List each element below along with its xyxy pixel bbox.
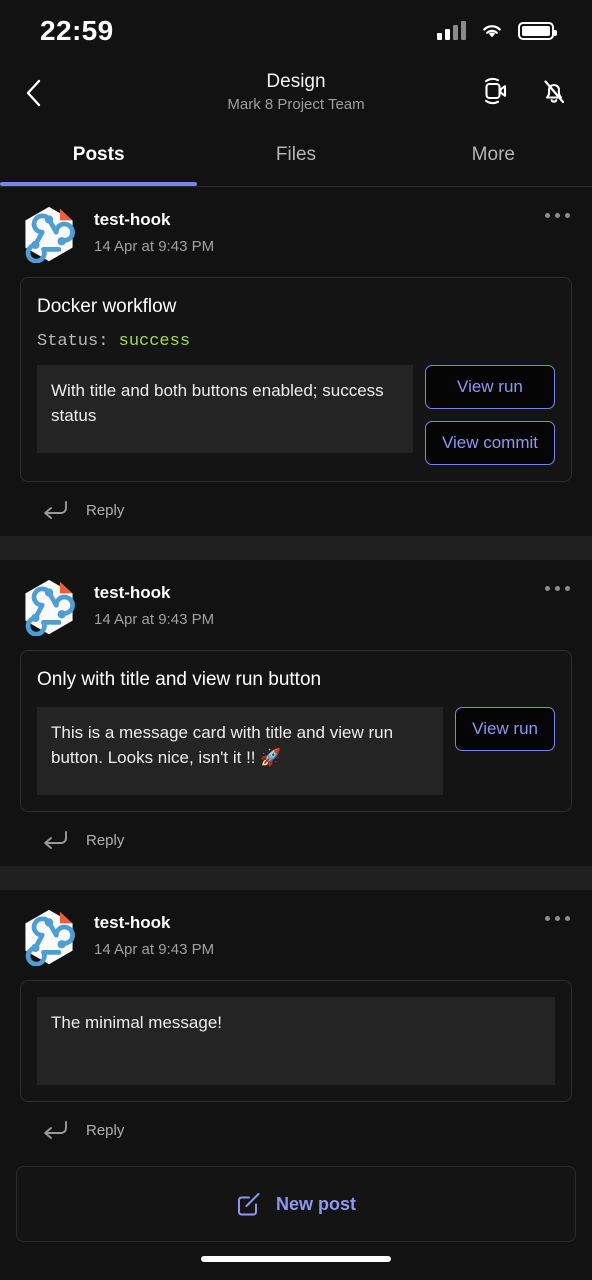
avatar xyxy=(20,578,78,637)
card-actions: View run View commit xyxy=(424,365,555,465)
bell-off-icon xyxy=(544,79,565,103)
post-author: test-hook xyxy=(94,913,171,932)
tab-posts[interactable]: Posts xyxy=(0,124,197,186)
card-actions: View run xyxy=(455,707,555,751)
post-item: test-hook 14 Apr at 9:43 PM Only with ti… xyxy=(0,560,592,866)
card-text: With title and both buttons enabled; suc… xyxy=(37,365,413,453)
message-card: The minimal message! xyxy=(20,980,572,1102)
card-text: This is a message card with title and vi… xyxy=(37,707,444,795)
new-post-label: New post xyxy=(275,1193,356,1214)
post-separator xyxy=(0,536,592,560)
card-status-value: success xyxy=(118,332,191,351)
view-commit-button[interactable]: View commit xyxy=(424,421,555,465)
card-title: Docker workflow xyxy=(37,296,177,317)
webhook-avatar-icon xyxy=(25,579,75,637)
post-item: test-hook 14 Apr at 9:43 PM The minimal … xyxy=(0,890,592,1156)
message-card: Docker workflow Status: success With tit… xyxy=(20,277,572,482)
new-post-button[interactable]: New post xyxy=(16,1166,576,1242)
reply-arrow-icon xyxy=(44,1121,67,1139)
post-timestamp: 14 Apr at 9:43 PM xyxy=(94,611,215,628)
post-timestamp: 14 Apr at 9:43 PM xyxy=(94,238,215,255)
post-author: test-hook xyxy=(94,210,171,229)
post-header: test-hook 14 Apr at 9:43 PM xyxy=(20,578,572,650)
tab-more-label: More xyxy=(471,144,515,165)
header-actions xyxy=(478,75,570,112)
card-body: The minimal message! xyxy=(37,997,555,1085)
post-more-options-button[interactable] xyxy=(545,213,570,218)
compose-icon xyxy=(237,1193,260,1216)
post-timestamp: 14 Apr at 9:43 PM xyxy=(94,941,215,958)
post-item: test-hook 14 Apr at 9:43 PM Docker workf… xyxy=(0,187,592,536)
card-body: This is a message card with title and vi… xyxy=(37,707,555,795)
wifi-icon xyxy=(483,25,501,38)
tab-files[interactable]: Files xyxy=(197,124,394,186)
reply-arrow-icon xyxy=(44,831,67,849)
home-indicator-area xyxy=(0,1238,592,1280)
tab-bar: Posts Files More xyxy=(0,124,592,186)
more-options-icon xyxy=(545,586,550,591)
view-run-button[interactable]: View run xyxy=(424,365,555,409)
active-tab-indicator xyxy=(0,182,197,186)
tab-posts-label: Posts xyxy=(72,144,125,165)
status-bar-clock: 22:59 xyxy=(40,15,114,46)
app-header: Design Mark 8 Project Team xyxy=(0,62,592,124)
tab-files-label: Files xyxy=(275,144,317,165)
card-title: Only with title and view run button xyxy=(37,669,322,690)
more-options-icon xyxy=(545,213,550,218)
reply-label: Reply xyxy=(86,1121,125,1139)
view-run-button[interactable]: View run xyxy=(455,707,555,751)
post-more-options-button[interactable] xyxy=(545,916,570,921)
cellular-signal-icon xyxy=(437,21,466,40)
app-screen: 22:59 Design Mark 8 Project Team Posts F… xyxy=(0,0,592,1280)
post-meta: test-hook 14 Apr at 9:43 PM xyxy=(94,578,214,632)
post-meta: test-hook 14 Apr at 9:43 PM xyxy=(94,908,214,962)
post-meta: test-hook 14 Apr at 9:43 PM xyxy=(94,205,214,259)
meet-now-button[interactable] xyxy=(478,75,512,112)
more-options-icon xyxy=(545,916,550,921)
card-status-label: Status: xyxy=(37,332,109,351)
avatar xyxy=(20,908,78,967)
webhook-avatar-icon xyxy=(25,909,75,967)
status-bar: 22:59 xyxy=(0,0,592,62)
post-author: test-hook xyxy=(94,583,171,602)
post-header: test-hook 14 Apr at 9:43 PM xyxy=(20,908,572,980)
avatar xyxy=(20,205,78,264)
video-camera-icon xyxy=(484,77,507,104)
message-card: Only with title and view run button This… xyxy=(20,650,572,812)
tab-more[interactable]: More xyxy=(395,124,592,186)
new-post-area: New post xyxy=(0,1156,592,1242)
card-text: The minimal message! xyxy=(37,997,555,1085)
reply-label: Reply xyxy=(86,831,125,849)
battery-icon xyxy=(518,22,557,40)
reply-label: Reply xyxy=(86,501,125,519)
post-header: test-hook 14 Apr at 9:43 PM xyxy=(20,205,572,277)
card-status-line: Status: success xyxy=(37,332,555,351)
status-bar-indicators xyxy=(437,21,557,40)
webhook-avatar-icon xyxy=(25,206,75,264)
chevron-left-icon xyxy=(26,79,41,107)
reply-button[interactable]: Reply xyxy=(20,1102,572,1156)
back-button[interactable] xyxy=(22,73,62,113)
reply-button[interactable]: Reply xyxy=(20,482,572,536)
reply-button[interactable]: Reply xyxy=(20,812,572,866)
card-body: With title and both buttons enabled; suc… xyxy=(37,365,555,465)
notifications-toggle-button[interactable] xyxy=(538,75,570,112)
post-separator xyxy=(0,866,592,890)
home-indicator[interactable] xyxy=(201,1256,391,1262)
posts-feed: test-hook 14 Apr at 9:43 PM Docker workf… xyxy=(0,187,592,1156)
post-more-options-button[interactable] xyxy=(545,586,570,591)
reply-arrow-icon xyxy=(44,501,67,519)
